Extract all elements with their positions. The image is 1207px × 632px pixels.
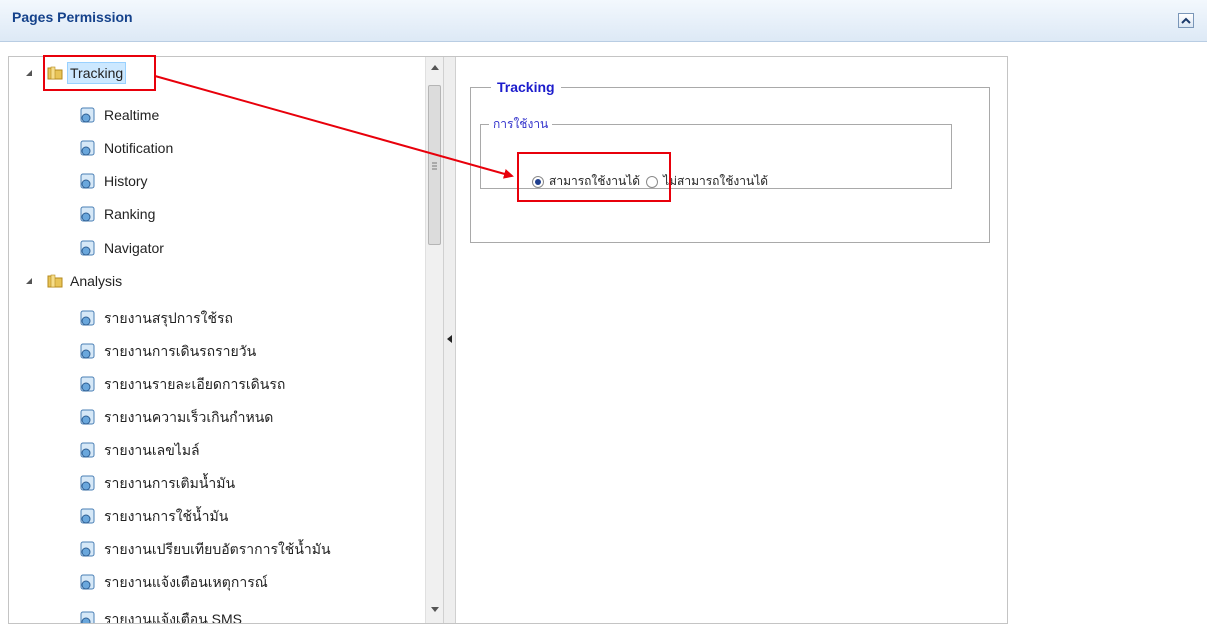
page-icon bbox=[80, 343, 95, 359]
deny-radio-label[interactable]: ไม่สามารถใช้งานได้ bbox=[663, 172, 768, 191]
tree-item-realtime[interactable]: Realtime bbox=[79, 103, 162, 127]
tree-item-label[interactable]: รายงานการเติมน้ำมัน bbox=[101, 473, 238, 493]
page-icon bbox=[80, 140, 95, 156]
scroll-down-arrow-icon bbox=[430, 607, 439, 612]
usage-legend: การใช้งาน bbox=[493, 117, 549, 131]
page-icon bbox=[80, 442, 95, 458]
page-icon bbox=[80, 107, 95, 123]
permission-container: Tracking Realtime Notification History R… bbox=[8, 56, 1008, 624]
page-icon bbox=[80, 310, 95, 326]
tree-item-report[interactable]: รายงานความเร็วเกินกำหนด bbox=[79, 405, 276, 429]
tree-item-label[interactable]: รายงานเลขไมล์ bbox=[101, 440, 203, 460]
scroll-thumb[interactable] bbox=[428, 85, 441, 245]
allow-radio[interactable] bbox=[532, 175, 544, 188]
pane-splitter[interactable] bbox=[443, 57, 456, 623]
tree-item-history[interactable]: History bbox=[79, 169, 151, 193]
tree-item-label[interactable]: History bbox=[101, 171, 151, 191]
collapse-button[interactable] bbox=[1178, 13, 1194, 28]
chevron-up-icon bbox=[1181, 17, 1191, 24]
deny-radio[interactable] bbox=[646, 175, 659, 188]
tree-group-tracking[interactable]: Tracking bbox=[25, 61, 127, 85]
page-icon bbox=[80, 508, 95, 524]
tree-item-label[interactable]: รายงานความเร็วเกินกำหนด bbox=[101, 407, 276, 427]
expanded-triangle-icon[interactable] bbox=[25, 69, 33, 77]
tree-item-label[interactable]: รายงานแจ้งเตือน SMS bbox=[101, 609, 245, 623]
tree-item-label[interactable]: รายงานแจ้งเตือนเหตุการณ์ bbox=[101, 572, 271, 592]
page-icon bbox=[80, 206, 95, 222]
tree-item-label[interactable]: รายงานสรุปการใช้รถ bbox=[101, 308, 236, 328]
tree-item-label[interactable]: Ranking bbox=[101, 204, 158, 224]
page-icon bbox=[80, 240, 95, 256]
tree-item-report[interactable]: รายงานรายละเอียดการเดินรถ bbox=[79, 372, 288, 396]
tree-scrollbar[interactable] bbox=[425, 57, 443, 623]
tree-item-ranking[interactable]: Ranking bbox=[79, 202, 158, 226]
page-icon bbox=[80, 376, 95, 392]
scroll-down-button[interactable] bbox=[426, 601, 443, 618]
tree-item-report[interactable]: รายงานเปรียบเทียบอัตราการใช้น้ำมัน bbox=[79, 537, 334, 561]
usage-radio-group: สามารถใช้งานได้ ไม่สามารถใช้งานได้ bbox=[532, 172, 774, 191]
tree-item-label[interactable]: Notification bbox=[101, 138, 176, 158]
permission-page-title: Tracking bbox=[497, 79, 555, 95]
tree-item-label[interactable]: รายงานการใช้น้ำมัน bbox=[101, 506, 231, 526]
page-icon bbox=[80, 475, 95, 491]
folder-icon bbox=[47, 66, 63, 80]
tree-item-label[interactable]: Realtime bbox=[101, 105, 162, 125]
panel-title: Pages Permission bbox=[12, 9, 133, 25]
tree-item-label[interactable]: รายงานรายละเอียดการเดินรถ bbox=[101, 374, 288, 394]
tree-item-report[interactable]: รายงานแจ้งเตือน SMS bbox=[79, 607, 245, 623]
permission-pane: Tracking การใช้งาน สามารถใช้งานได้ ไม่สา… bbox=[456, 57, 1007, 623]
tree-group-label[interactable]: Analysis bbox=[67, 271, 125, 291]
tree-item-report[interactable]: รายงานสรุปการใช้รถ bbox=[79, 306, 236, 330]
page-icon bbox=[80, 173, 95, 189]
page-tree: Tracking Realtime Notification History R… bbox=[9, 57, 425, 623]
tree-item-label[interactable]: รายงานเปรียบเทียบอัตราการใช้น้ำมัน bbox=[101, 539, 334, 559]
tree-group-analysis[interactable]: Analysis bbox=[25, 269, 125, 293]
scroll-up-button[interactable] bbox=[426, 59, 443, 76]
tree-item-notification[interactable]: Notification bbox=[79, 136, 176, 160]
tree-item-report[interactable]: รายงานการเติมน้ำมัน bbox=[79, 471, 238, 495]
page-icon bbox=[80, 541, 95, 557]
tree-item-navigator[interactable]: Navigator bbox=[79, 236, 167, 260]
grip-icon bbox=[432, 162, 437, 170]
allow-radio-label[interactable]: สามารถใช้งานได้ bbox=[549, 172, 640, 191]
tree-item-label[interactable]: Navigator bbox=[101, 238, 167, 258]
tree-item-report[interactable]: รายงานการเดินรถรายวัน bbox=[79, 339, 259, 363]
scroll-up-arrow-icon bbox=[430, 65, 439, 70]
folder-icon bbox=[47, 274, 63, 288]
panel-header: Pages Permission bbox=[0, 0, 1207, 42]
tree-item-report[interactable]: รายงานเลขไมล์ bbox=[79, 438, 203, 462]
page-icon bbox=[80, 409, 95, 425]
page-icon bbox=[80, 574, 95, 590]
collapse-left-icon[interactable] bbox=[447, 335, 452, 343]
tree-item-report[interactable]: รายงานการใช้น้ำมัน bbox=[79, 504, 231, 528]
tree-group-label[interactable]: Tracking bbox=[67, 62, 127, 84]
tree-item-label[interactable]: รายงานการเดินรถรายวัน bbox=[101, 341, 259, 361]
tree-item-report[interactable]: รายงานแจ้งเตือนเหตุการณ์ bbox=[79, 570, 271, 594]
expanded-triangle-icon[interactable] bbox=[25, 277, 33, 285]
page-icon bbox=[80, 611, 95, 623]
